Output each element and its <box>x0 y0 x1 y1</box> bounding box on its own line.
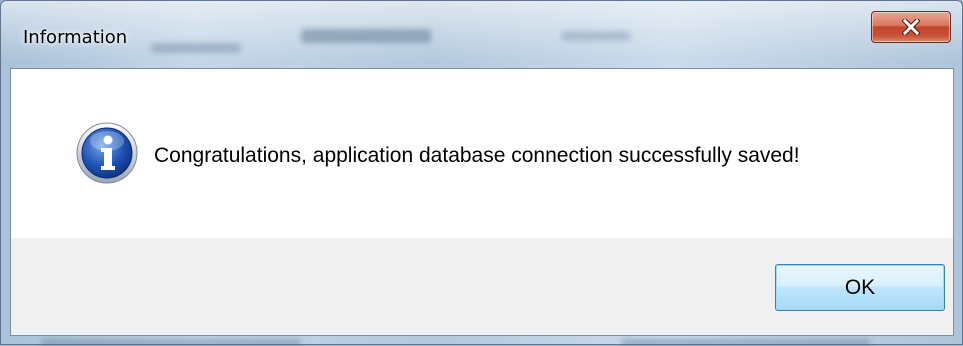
background-blur <box>561 31 631 41</box>
background-blur <box>301 29 431 43</box>
background-blur <box>151 43 241 53</box>
message-panel: Congratulations, application database co… <box>11 69 953 238</box>
message-text: Congratulations, application database co… <box>154 144 800 167</box>
info-icon <box>76 122 138 184</box>
ok-button-label: OK <box>844 275 876 299</box>
dialog-client-area: Congratulations, application database co… <box>10 68 954 336</box>
close-icon <box>902 19 920 35</box>
window-title: Information <box>23 27 128 48</box>
close-button[interactable] <box>871 11 951 43</box>
ok-button[interactable]: OK <box>775 264 945 311</box>
